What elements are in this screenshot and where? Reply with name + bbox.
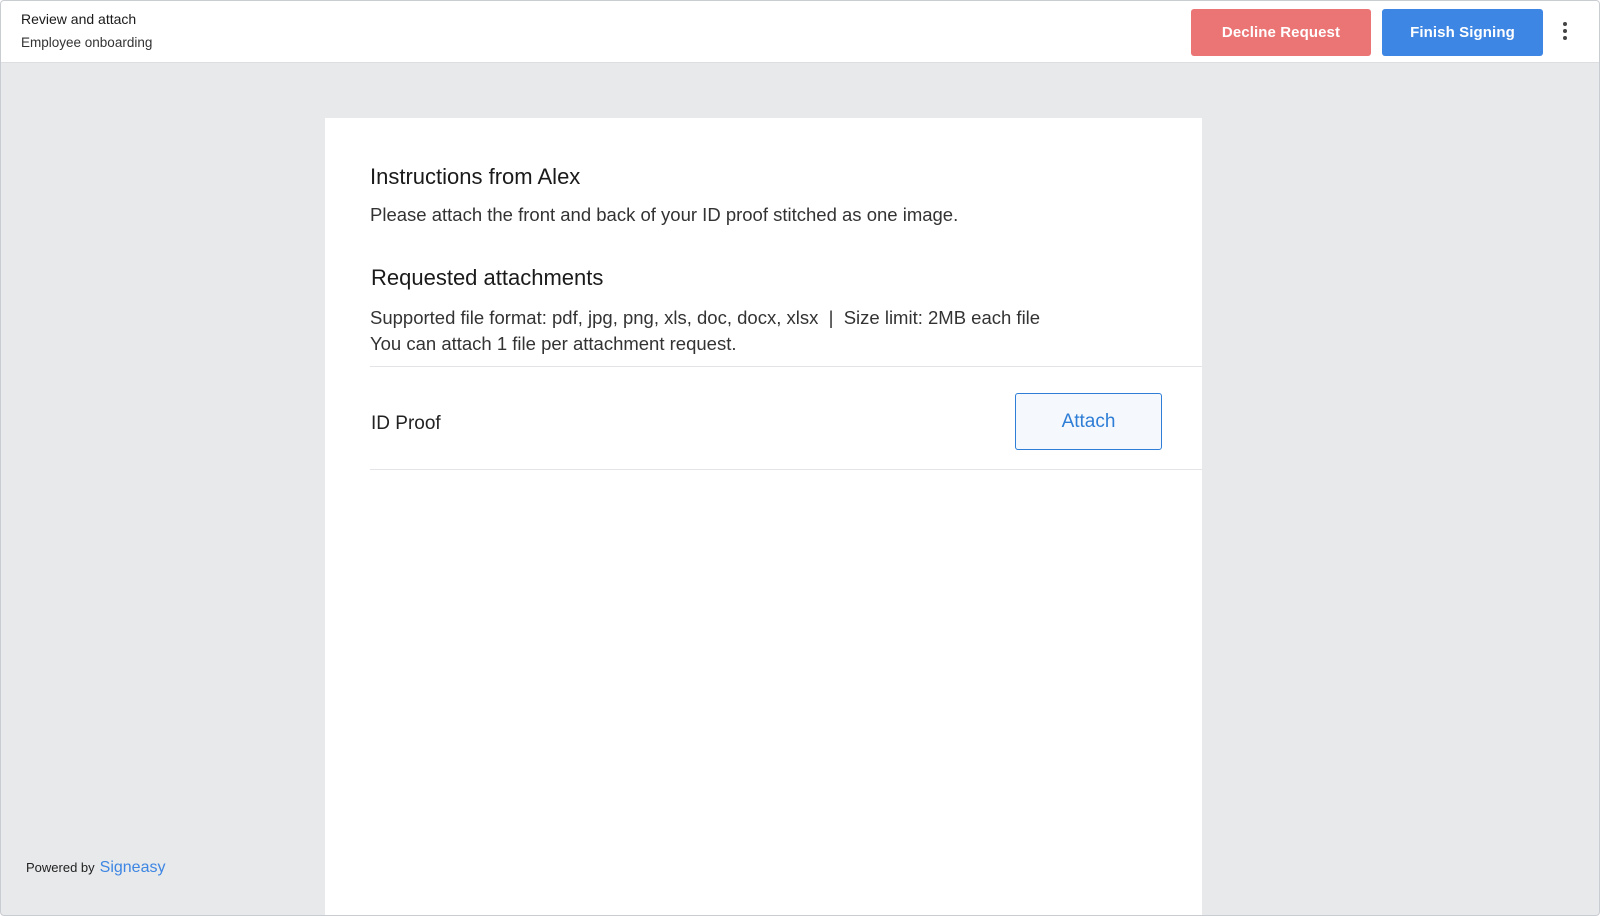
powered-by: Powered by Signeasy [26, 859, 165, 877]
requested-attachments-title: Requested attachments [371, 265, 604, 290]
app-window: Review and attach Employee onboarding De… [0, 0, 1600, 916]
top-bar: Review and attach Employee onboarding De… [1, 1, 1599, 63]
brand-link[interactable]: Signeasy [100, 859, 166, 876]
instructions-text: Please attach the front and back of your… [370, 204, 959, 225]
instructions-title: Instructions from Alex [370, 164, 581, 189]
attach-button[interactable]: Attach [1015, 393, 1162, 450]
kebab-dot [1563, 36, 1567, 40]
decline-request-button[interactable]: Decline Request [1191, 9, 1371, 56]
powered-by-label: Powered by [26, 860, 95, 875]
divider-top [370, 366, 1202, 367]
supported-format-text: Supported file format: pdf, jpg, png, xl… [370, 307, 1041, 328]
finish-signing-button[interactable]: Finish Signing [1382, 9, 1543, 56]
attachment-panel: Instructions from Alex Please attach the… [325, 118, 1202, 915]
divider-bottom [370, 469, 1202, 470]
attach-limit-text: You can attach 1 file per attachment req… [370, 333, 737, 354]
kebab-dot [1563, 22, 1567, 26]
title-block: Review and attach Employee onboarding [21, 11, 152, 51]
kebab-dot [1563, 29, 1567, 33]
page-title: Review and attach [21, 11, 137, 27]
attachment-item-label: ID Proof [371, 413, 441, 434]
more-options-icon[interactable] [1555, 20, 1575, 44]
document-name: Employee onboarding [21, 35, 153, 50]
